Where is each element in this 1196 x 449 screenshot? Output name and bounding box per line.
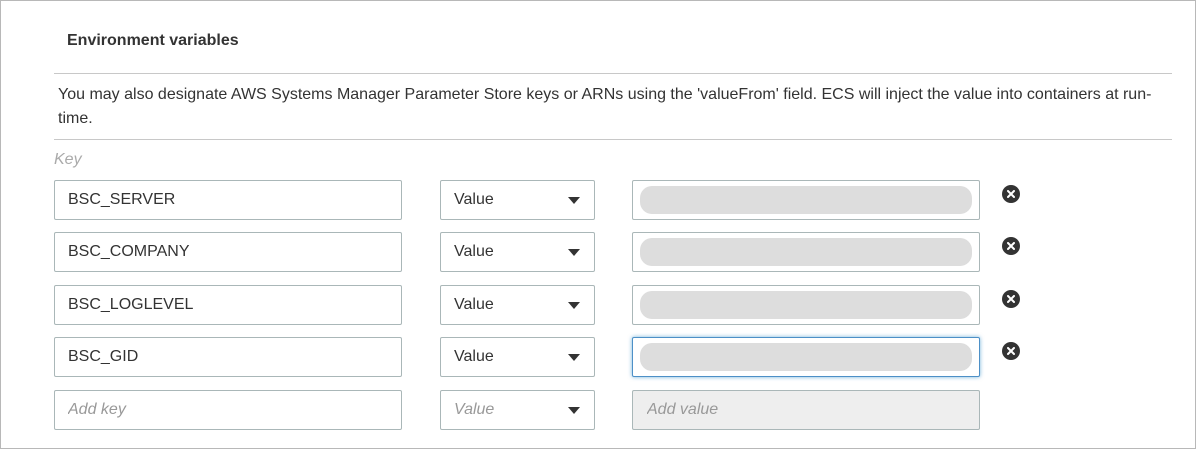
- close-circle-icon: [1007, 190, 1015, 198]
- remove-row-button[interactable]: [1002, 290, 1020, 308]
- redacted-value: [640, 343, 972, 371]
- value-type-label: Value: [454, 191, 494, 208]
- new-value-type-select[interactable]: Value: [440, 390, 595, 430]
- key-input[interactable]: [54, 285, 402, 325]
- value-type-label: Value: [454, 243, 494, 260]
- key-column-header: Key: [54, 151, 82, 168]
- value-type-select[interactable]: Value: [440, 232, 595, 272]
- env-var-row: Value: [1, 232, 1196, 272]
- section-description: You may also designate AWS Systems Manag…: [54, 73, 1172, 140]
- key-input[interactable]: [54, 180, 402, 220]
- env-var-row: Value: [1, 285, 1196, 325]
- close-circle-icon: [1007, 347, 1015, 355]
- value-type-select[interactable]: Value: [440, 180, 595, 220]
- key-input[interactable]: [54, 337, 402, 377]
- close-circle-icon: [1007, 242, 1015, 250]
- redacted-value: [640, 186, 972, 214]
- value-type-label: Value: [454, 296, 494, 313]
- add-key-input[interactable]: [54, 390, 402, 430]
- caret-down-icon: [568, 302, 580, 309]
- key-input[interactable]: [54, 232, 402, 272]
- value-input[interactable]: [632, 180, 980, 220]
- value-type-select[interactable]: Value: [440, 337, 595, 377]
- value-type-label: Value: [454, 348, 494, 365]
- env-var-row: Value: [1, 180, 1196, 220]
- remove-row-button[interactable]: [1002, 185, 1020, 203]
- remove-row-button[interactable]: [1002, 342, 1020, 360]
- section-title: Environment variables: [67, 32, 239, 49]
- value-input-focused[interactable]: [632, 337, 980, 377]
- value-input[interactable]: [632, 232, 980, 272]
- redacted-value: [640, 238, 972, 266]
- env-var-row: Value: [1, 337, 1196, 377]
- value-input[interactable]: [632, 285, 980, 325]
- caret-down-icon: [568, 249, 580, 256]
- caret-down-icon: [568, 197, 580, 204]
- redacted-value: [640, 291, 972, 319]
- environment-variables-panel: Environment variables You may also desig…: [0, 0, 1196, 449]
- new-env-var-row: Value: [1, 390, 1196, 430]
- add-value-input[interactable]: [632, 390, 980, 430]
- remove-row-button[interactable]: [1002, 237, 1020, 255]
- caret-down-icon: [568, 407, 580, 414]
- value-type-select[interactable]: Value: [440, 285, 595, 325]
- value-type-label: Value: [454, 401, 495, 418]
- caret-down-icon: [568, 354, 580, 361]
- close-circle-icon: [1007, 295, 1015, 303]
